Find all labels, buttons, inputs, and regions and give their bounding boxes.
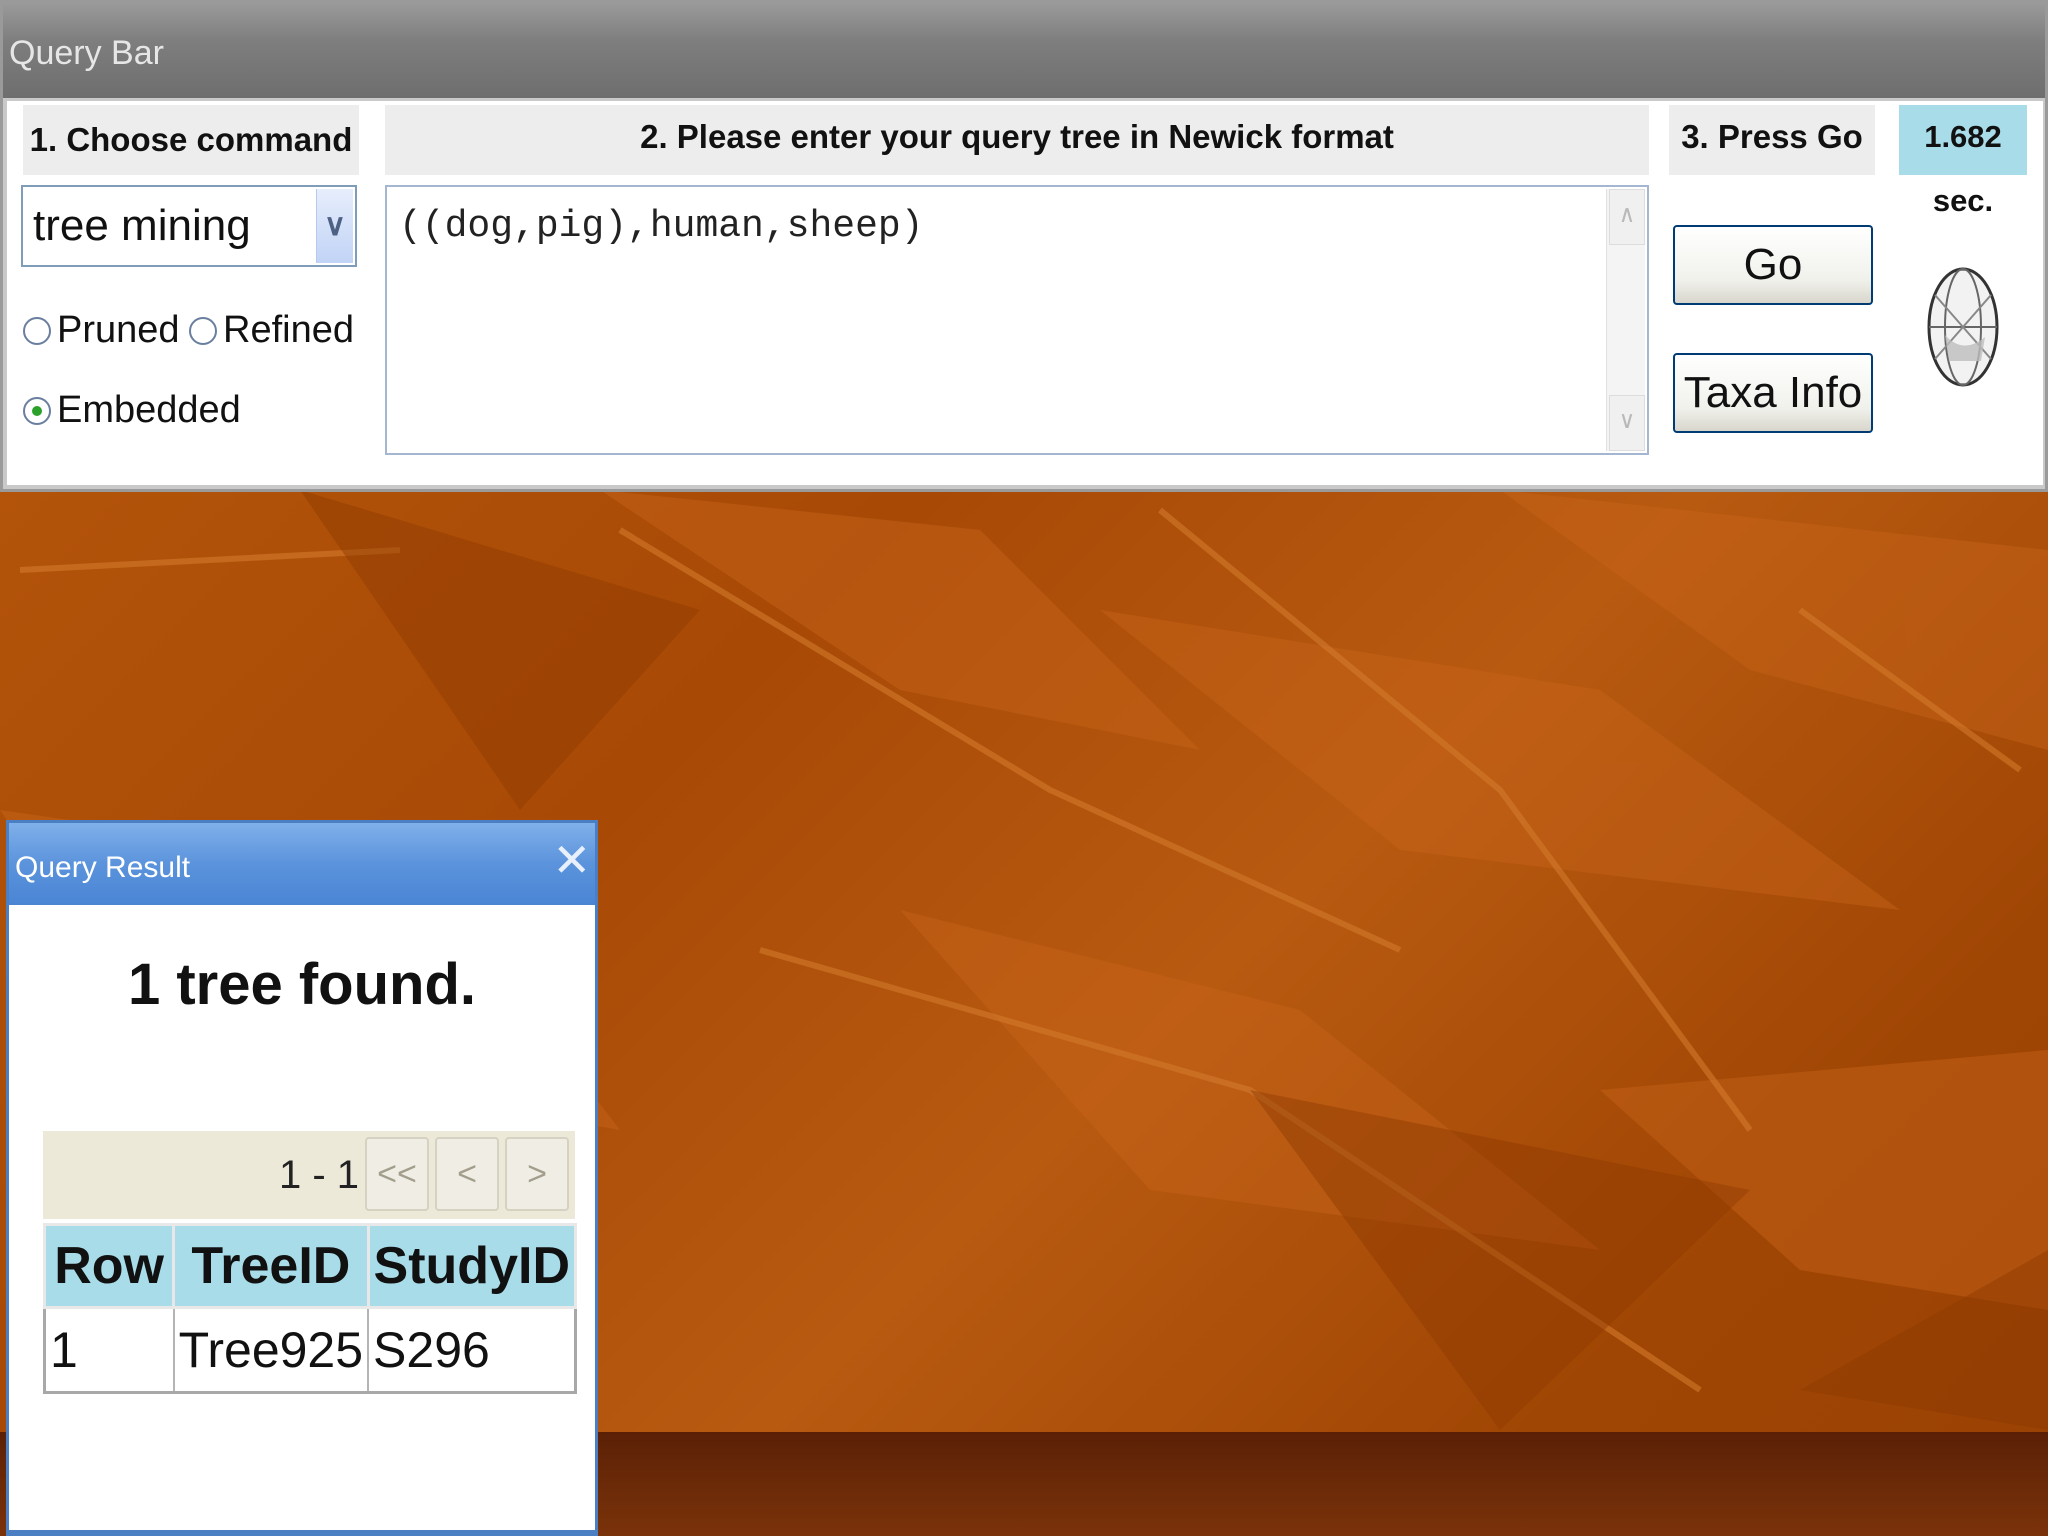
table-row[interactable]: 1 Tree925 S296: [43, 1306, 577, 1394]
query-bar-title: Query Bar: [3, 3, 2045, 98]
prev-page-button[interactable]: <: [435, 1137, 499, 1211]
query-result-title: Query Result: [15, 851, 191, 884]
scroll-down-icon[interactable]: ∨: [1609, 395, 1645, 451]
radio-refined-label: Refined: [223, 309, 354, 351]
first-page-button[interactable]: <<: [365, 1137, 429, 1211]
scroll-up-icon[interactable]: ∧: [1609, 189, 1645, 245]
radio-selected-icon: [23, 396, 51, 425]
textarea-scrollbar[interactable]: ∧ ∨: [1606, 189, 1645, 451]
step1-label: 1. Choose command: [23, 105, 359, 175]
chevron-down-icon[interactable]: ∨: [316, 189, 353, 263]
column-header-studyid[interactable]: StudyID: [366, 1223, 578, 1309]
cell-treeid[interactable]: Tree925: [172, 1306, 370, 1394]
cell-studyid: S296: [367, 1306, 577, 1394]
query-tree-input[interactable]: ((dog,pig),human,sheep) ∧ ∨: [385, 185, 1649, 455]
cell-row: 1: [43, 1306, 175, 1394]
dialog-bottom-border: [6, 1530, 598, 1536]
loading-globe-icon: [1927, 267, 1999, 387]
step2-label: 2. Please enter your query tree in Newic…: [385, 105, 1649, 175]
elapsed-time: 1.682 sec.: [1899, 105, 2027, 218]
close-icon[interactable]: ✕: [552, 837, 591, 883]
next-page-button[interactable]: >: [505, 1137, 569, 1211]
go-button[interactable]: Go: [1673, 225, 1873, 305]
table-header-row: Row TreeID StudyID: [42, 1223, 578, 1309]
radio-icon: [23, 316, 51, 345]
query-result-dialog: Query Result ✕ 1 tree found. 1 - 1 << < …: [6, 820, 598, 1536]
radio-icon: [189, 316, 217, 345]
query-tree-text: ((dog,pig),human,sheep): [399, 205, 924, 248]
column-header-treeid[interactable]: TreeID: [172, 1223, 370, 1309]
results-table: Row TreeID StudyID 1 Tree925 S296: [42, 1223, 578, 1394]
step3-label: 3. Press Go: [1669, 105, 1875, 175]
query-bar-body: 1. Choose command 2. Please enter your q…: [7, 101, 2043, 485]
command-select[interactable]: tree mining ∨: [21, 185, 357, 267]
radio-pruned-label: Pruned: [57, 309, 180, 351]
pagination-bar: 1 - 1 << < >: [43, 1131, 575, 1219]
result-message: 1 tree found.: [127, 952, 477, 1017]
radio-pruned[interactable]: Pruned: [23, 309, 180, 352]
radio-refined[interactable]: Refined: [189, 309, 354, 352]
taxa-info-button[interactable]: Taxa Info: [1673, 353, 1873, 433]
radio-embedded-label: Embedded: [57, 389, 241, 431]
query-bar-window: Query Bar 1. Choose command 2. Please en…: [0, 0, 2048, 492]
query-result-titlebar: Query Result ✕: [9, 823, 595, 905]
column-header-row[interactable]: Row: [42, 1223, 176, 1309]
radio-embedded[interactable]: Embedded: [23, 389, 241, 432]
page-range: 1 - 1: [278, 1153, 359, 1197]
command-select-value: tree mining: [33, 201, 251, 250]
